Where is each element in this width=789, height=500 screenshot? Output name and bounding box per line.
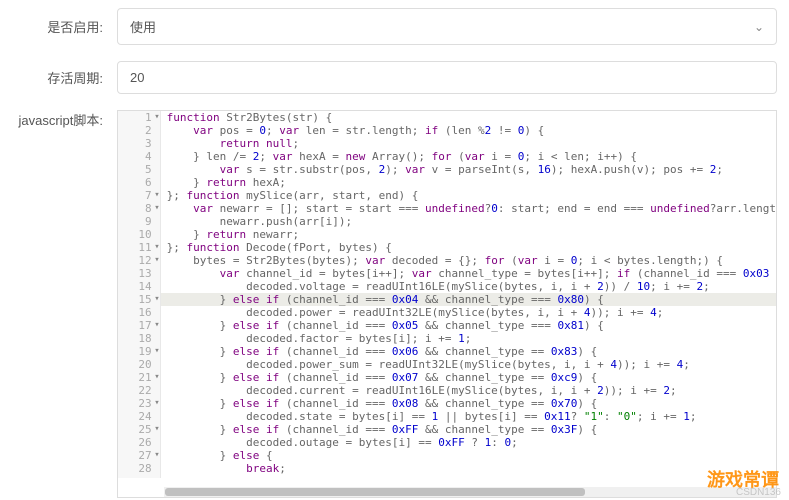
code-lines[interactable]: function Str2Bytes(str) { var pos = 0; v… <box>161 111 776 478</box>
gutter-line: 10 <box>118 228 160 241</box>
gutter-line: 15▾ <box>118 293 160 306</box>
gutter-line: 12▾ <box>118 254 160 267</box>
gutter-line: 26 <box>118 436 160 449</box>
chevron-down-icon: ⌄ <box>754 20 764 34</box>
fold-icon[interactable]: ▾ <box>154 202 159 215</box>
gutter-line: 3 <box>118 137 160 150</box>
code-line[interactable]: function Str2Bytes(str) { <box>161 111 776 124</box>
cycle-input[interactable]: 20 <box>117 61 777 94</box>
gutter-line: 25▾ <box>118 423 160 436</box>
code-line[interactable]: } return hexA; <box>161 176 776 189</box>
code-line[interactable]: var pos = 0; var len = str.length; if (l… <box>161 124 776 137</box>
gutter-line: 24 <box>118 410 160 423</box>
gutter-line: 28 <box>118 462 160 475</box>
gutter-line: 18 <box>118 332 160 345</box>
code-line[interactable]: } else { <box>161 449 776 462</box>
script-label: javascript脚本: <box>12 110 117 498</box>
fold-icon[interactable]: ▾ <box>154 293 159 306</box>
gutter-line: 20 <box>118 358 160 371</box>
code-line[interactable]: var channel_id = bytes[i++]; var channel… <box>161 267 776 280</box>
gutter-line: 19▾ <box>118 345 160 358</box>
code-line[interactable]: } else if (channel_id === 0x07 && channe… <box>161 371 776 384</box>
code-line[interactable]: decoded.power = readUInt32LE(mySlice(byt… <box>161 306 776 319</box>
gutter-line: 23▾ <box>118 397 160 410</box>
gutter-line: 13 <box>118 267 160 280</box>
code-line[interactable]: } len /= 2; var hexA = new Array(); for … <box>161 150 776 163</box>
code-line[interactable]: }; function Decode(fPort, bytes) { <box>161 241 776 254</box>
code-line[interactable]: decoded.outage = bytes[i] == 0xFF ? 1: 0… <box>161 436 776 449</box>
fold-icon[interactable]: ▾ <box>154 423 159 436</box>
horizontal-scrollbar[interactable] <box>164 487 776 497</box>
fold-icon[interactable]: ▾ <box>154 111 159 124</box>
code-line[interactable]: return null; <box>161 137 776 150</box>
code-line[interactable]: var s = str.substr(pos, 2); var v = pars… <box>161 163 776 176</box>
enable-select[interactable]: 使用 ⌄ <box>117 8 777 45</box>
code-line[interactable]: }; function mySlice(arr, start, end) { <box>161 189 776 202</box>
gutter-line: 27▾ <box>118 449 160 462</box>
watermark-sub: CSDN136 <box>736 487 781 498</box>
code-line[interactable]: decoded.voltage = readUInt16LE(mySlice(b… <box>161 280 776 293</box>
cycle-value: 20 <box>130 70 144 85</box>
gutter-line: 5 <box>118 163 160 176</box>
code-line[interactable]: } return newarr; <box>161 228 776 241</box>
gutter-line: 16 <box>118 306 160 319</box>
fold-icon[interactable]: ▾ <box>154 241 159 254</box>
code-line[interactable]: bytes = Str2Bytes(bytes); var decoded = … <box>161 254 776 267</box>
fold-icon[interactable]: ▾ <box>154 371 159 384</box>
code-line[interactable]: } else if (channel_id === 0xFF && channe… <box>161 423 776 436</box>
fold-icon[interactable]: ▾ <box>154 345 159 358</box>
code-line[interactable]: decoded.factor = bytes[i]; i += 1; <box>161 332 776 345</box>
gutter-line: 4 <box>118 150 160 163</box>
code-line[interactable]: } else if (channel_id === 0x04 && channe… <box>161 293 776 306</box>
gutter-line: 7▾ <box>118 189 160 202</box>
gutter-line: 22 <box>118 384 160 397</box>
code-line[interactable]: break; <box>161 462 776 475</box>
scrollbar-thumb[interactable] <box>165 488 585 496</box>
enable-label: 是否启用: <box>12 17 117 36</box>
gutter-line: 17▾ <box>118 319 160 332</box>
gutter-line: 14 <box>118 280 160 293</box>
code-line[interactable]: var newarr = []; start = start === undef… <box>161 202 776 215</box>
code-line[interactable]: decoded.power_sum = readUInt32LE(mySlice… <box>161 358 776 371</box>
gutter-line: 6 <box>118 176 160 189</box>
fold-icon[interactable]: ▾ <box>154 189 159 202</box>
code-line[interactable]: decoded.current = readUInt16LE(mySlice(b… <box>161 384 776 397</box>
fold-icon[interactable]: ▾ <box>154 449 159 462</box>
fold-icon[interactable]: ▾ <box>154 397 159 410</box>
code-line[interactable]: newarr.push(arr[i]); <box>161 215 776 228</box>
gutter-line: 21▾ <box>118 371 160 384</box>
gutter-line: 9 <box>118 215 160 228</box>
enable-value: 使用 <box>130 17 156 36</box>
code-line[interactable]: decoded.state = bytes[i] == 1 || bytes[i… <box>161 410 776 423</box>
gutter-line: 1▾ <box>118 111 160 124</box>
fold-icon[interactable]: ▾ <box>154 319 159 332</box>
gutter-line: 2 <box>118 124 160 137</box>
fold-icon[interactable]: ▾ <box>154 254 159 267</box>
code-line[interactable]: } else if (channel_id === 0x08 && channe… <box>161 397 776 410</box>
gutter-line: 8▾ <box>118 202 160 215</box>
code-line[interactable]: } else if (channel_id === 0x05 && channe… <box>161 319 776 332</box>
line-gutter: 1▾234567▾8▾91011▾12▾131415▾1617▾1819▾202… <box>118 111 161 478</box>
code-editor[interactable]: 1▾234567▾8▾91011▾12▾131415▾1617▾1819▾202… <box>117 110 777 498</box>
code-line[interactable]: } else if (channel_id === 0x06 && channe… <box>161 345 776 358</box>
gutter-line: 11▾ <box>118 241 160 254</box>
cycle-label: 存活周期: <box>12 68 117 87</box>
